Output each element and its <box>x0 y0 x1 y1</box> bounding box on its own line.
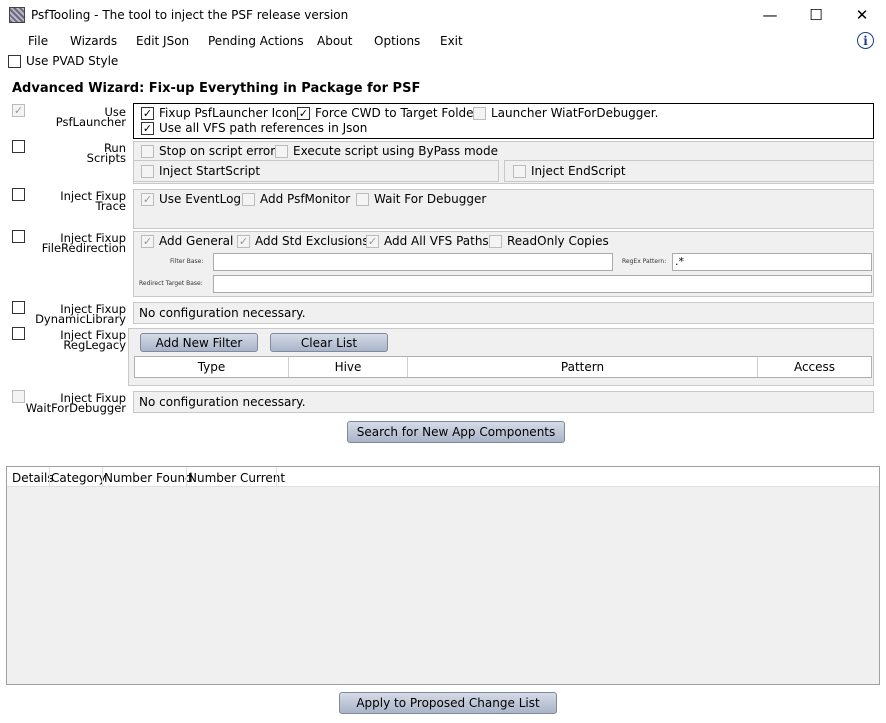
results-col-divider <box>186 467 187 486</box>
launcher-debugger-checkbox[interactable] <box>473 107 486 120</box>
menu-wizards[interactable]: Wizards <box>70 34 117 48</box>
readonly-copies-checkbox[interactable] <box>489 235 502 248</box>
add-psfmonitor-checkbox[interactable] <box>242 193 255 206</box>
pvad-checkbox[interactable] <box>8 55 21 68</box>
column-hive[interactable]: Hive <box>289 357 408 377</box>
trace-wait-debugger-label: Wait For Debugger <box>374 192 487 206</box>
filter-base-input[interactable] <box>213 253 613 271</box>
trace-row-label: Inject Fixup Trace <box>16 190 126 212</box>
redirect-target-label: Redirect Target Base: <box>139 280 203 287</box>
apply-change-list-button[interactable]: Apply to Proposed Change List <box>339 692 557 714</box>
fixup-icons-label: Fixup PsfLauncher Icons <box>159 106 303 120</box>
inject-startscript-label: Inject StartScript <box>159 164 261 178</box>
app-icon <box>9 7 25 23</box>
trace-wait-debugger-checkbox[interactable] <box>356 193 369 206</box>
force-cwd-label: Force CWD to Target Folder <box>315 106 479 120</box>
fileredir-row-label: Inject Fixup FileRedirection <box>16 232 126 255</box>
add-new-filter-button[interactable]: Add New Filter <box>140 333 258 352</box>
search-components-button[interactable]: Search for New App Components <box>347 421 565 443</box>
menu-exit[interactable]: Exit <box>440 34 463 48</box>
dynlib-message: No configuration necessary. <box>139 306 306 320</box>
results-list[interactable] <box>6 466 880 685</box>
minimize-button[interactable]: — <box>747 0 793 30</box>
results-col-divider <box>276 467 277 486</box>
add-vfs-paths-label: Add All VFS Paths <box>384 234 489 248</box>
results-col-number-found[interactable]: Number Found <box>104 471 193 485</box>
clear-list-button[interactable]: Clear List <box>270 333 388 352</box>
add-std-exclusions-checkbox[interactable] <box>237 235 250 248</box>
add-general-label: Add General <box>159 234 234 248</box>
menu-pending-actions[interactable]: Pending Actions <box>208 34 304 48</box>
results-col-divider <box>102 467 103 486</box>
menu-file[interactable]: File <box>28 34 48 48</box>
column-access[interactable]: Access <box>758 357 871 377</box>
use-vfs-label: Use all VFS path references in Json <box>159 121 368 135</box>
stop-on-error-checkbox[interactable] <box>141 145 154 158</box>
column-type[interactable]: Type <box>135 357 289 377</box>
menu-options[interactable]: Options <box>374 34 420 48</box>
add-psfmonitor-label: Add PsfMonitor <box>260 192 351 206</box>
results-col-details[interactable]: Details <box>12 471 54 485</box>
waitdbg-label-line2: WaitForDebugger <box>25 401 126 415</box>
inject-endscript-label: Inject EndScript <box>531 164 626 178</box>
inject-startscript-checkbox[interactable] <box>141 165 154 178</box>
stop-on-error-label: Stop on script error <box>159 144 276 158</box>
bypass-mode-label: Execute script using ByPass mode <box>293 144 499 158</box>
psflauncher-row-label: Use PsfLauncher <box>16 106 126 129</box>
add-vfs-paths-checkbox[interactable] <box>366 235 379 248</box>
maximize-button[interactable]: ☐ <box>793 0 839 30</box>
bypass-mode-checkbox[interactable] <box>275 145 288 158</box>
psflauncher-label-line2: PsfLauncher <box>55 115 126 129</box>
force-cwd-checkbox[interactable] <box>297 107 310 120</box>
dynlib-row-label: Inject Fixup DynamicLibrary <box>16 303 126 326</box>
regex-pattern-label: RegEx Pattern: <box>622 258 667 265</box>
redirect-target-input[interactable] <box>213 275 872 293</box>
waitdbg-row-label: Inject Fixup WaitForDebugger <box>16 392 126 415</box>
launcher-debugger-label: Launcher WiatForDebugger. <box>491 106 659 120</box>
fileredir-label-line2: FileRedirection <box>41 241 126 255</box>
readonly-copies-label: ReadOnly Copies <box>507 234 609 248</box>
wizard-title: Advanced Wizard: Fix-up Everything in Pa… <box>12 81 421 96</box>
filter-base-label: Filter Base: <box>170 258 204 265</box>
add-std-exclusions-label: Add Std Exclusions <box>255 234 369 248</box>
scripts-label-line2: Scripts <box>86 151 126 165</box>
results-col-number-current[interactable]: Number Current <box>188 471 285 485</box>
pvad-label: Use PVAD Style <box>26 54 119 68</box>
fixup-icons-checkbox[interactable] <box>141 107 154 120</box>
menu-about[interactable]: About <box>317 34 352 48</box>
use-vfs-checkbox[interactable] <box>141 122 154 135</box>
menu-edit-json[interactable]: Edit JSon <box>136 34 189 48</box>
results-col-category[interactable]: Category <box>51 471 106 485</box>
reglegacy-row-label: Inject Fixup RegLegacy <box>16 329 126 352</box>
scripts-row-label: Run Scripts <box>16 142 126 165</box>
reglegacy-label-line2: RegLegacy <box>63 338 126 352</box>
results-col-divider <box>49 467 50 486</box>
info-icon[interactable]: i <box>857 32 874 49</box>
reglegacy-table-header: Type Hive Pattern Access <box>134 356 872 378</box>
close-button[interactable]: ✕ <box>839 0 885 30</box>
regex-pattern-input[interactable]: .* <box>672 253 872 271</box>
waitdbg-message: No configuration necessary. <box>139 395 306 409</box>
use-eventlog-checkbox[interactable] <box>141 193 154 206</box>
inject-endscript-checkbox[interactable] <box>513 165 526 178</box>
dynlib-label-line2: DynamicLibrary <box>35 312 126 326</box>
use-eventlog-label: Use EventLog <box>159 192 242 206</box>
add-general-checkbox[interactable] <box>141 235 154 248</box>
window-title: PsfTooling - The tool to inject the PSF … <box>31 8 349 22</box>
column-pattern[interactable]: Pattern <box>408 357 758 377</box>
